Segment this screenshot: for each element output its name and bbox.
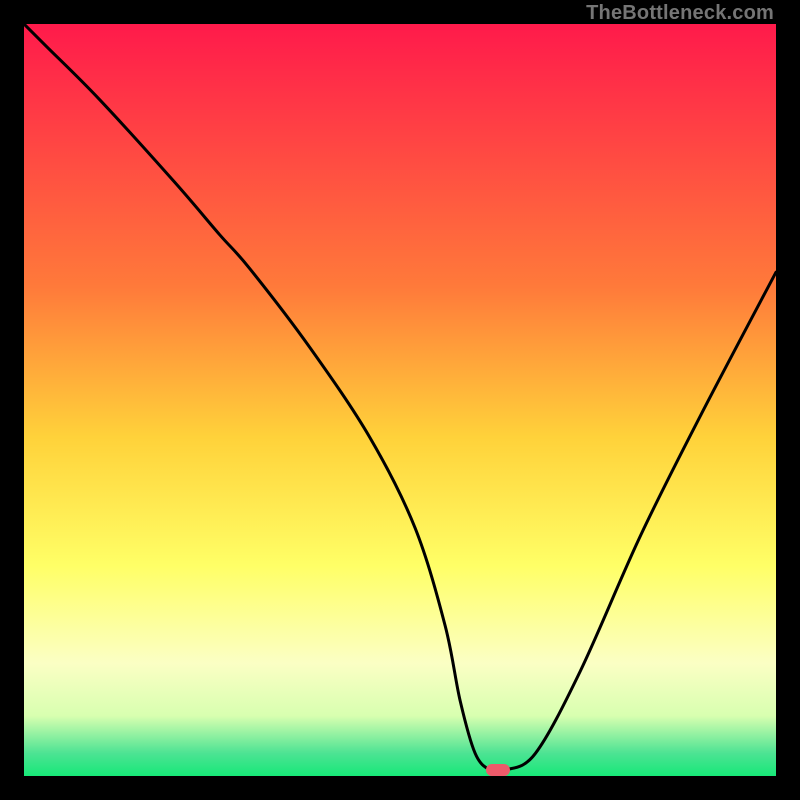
chart-frame: TheBottleneck.com [0,0,800,800]
plot-area [24,24,776,776]
optimal-marker [486,764,510,776]
bottleneck-curve [24,24,776,776]
watermark-text: TheBottleneck.com [586,2,774,25]
